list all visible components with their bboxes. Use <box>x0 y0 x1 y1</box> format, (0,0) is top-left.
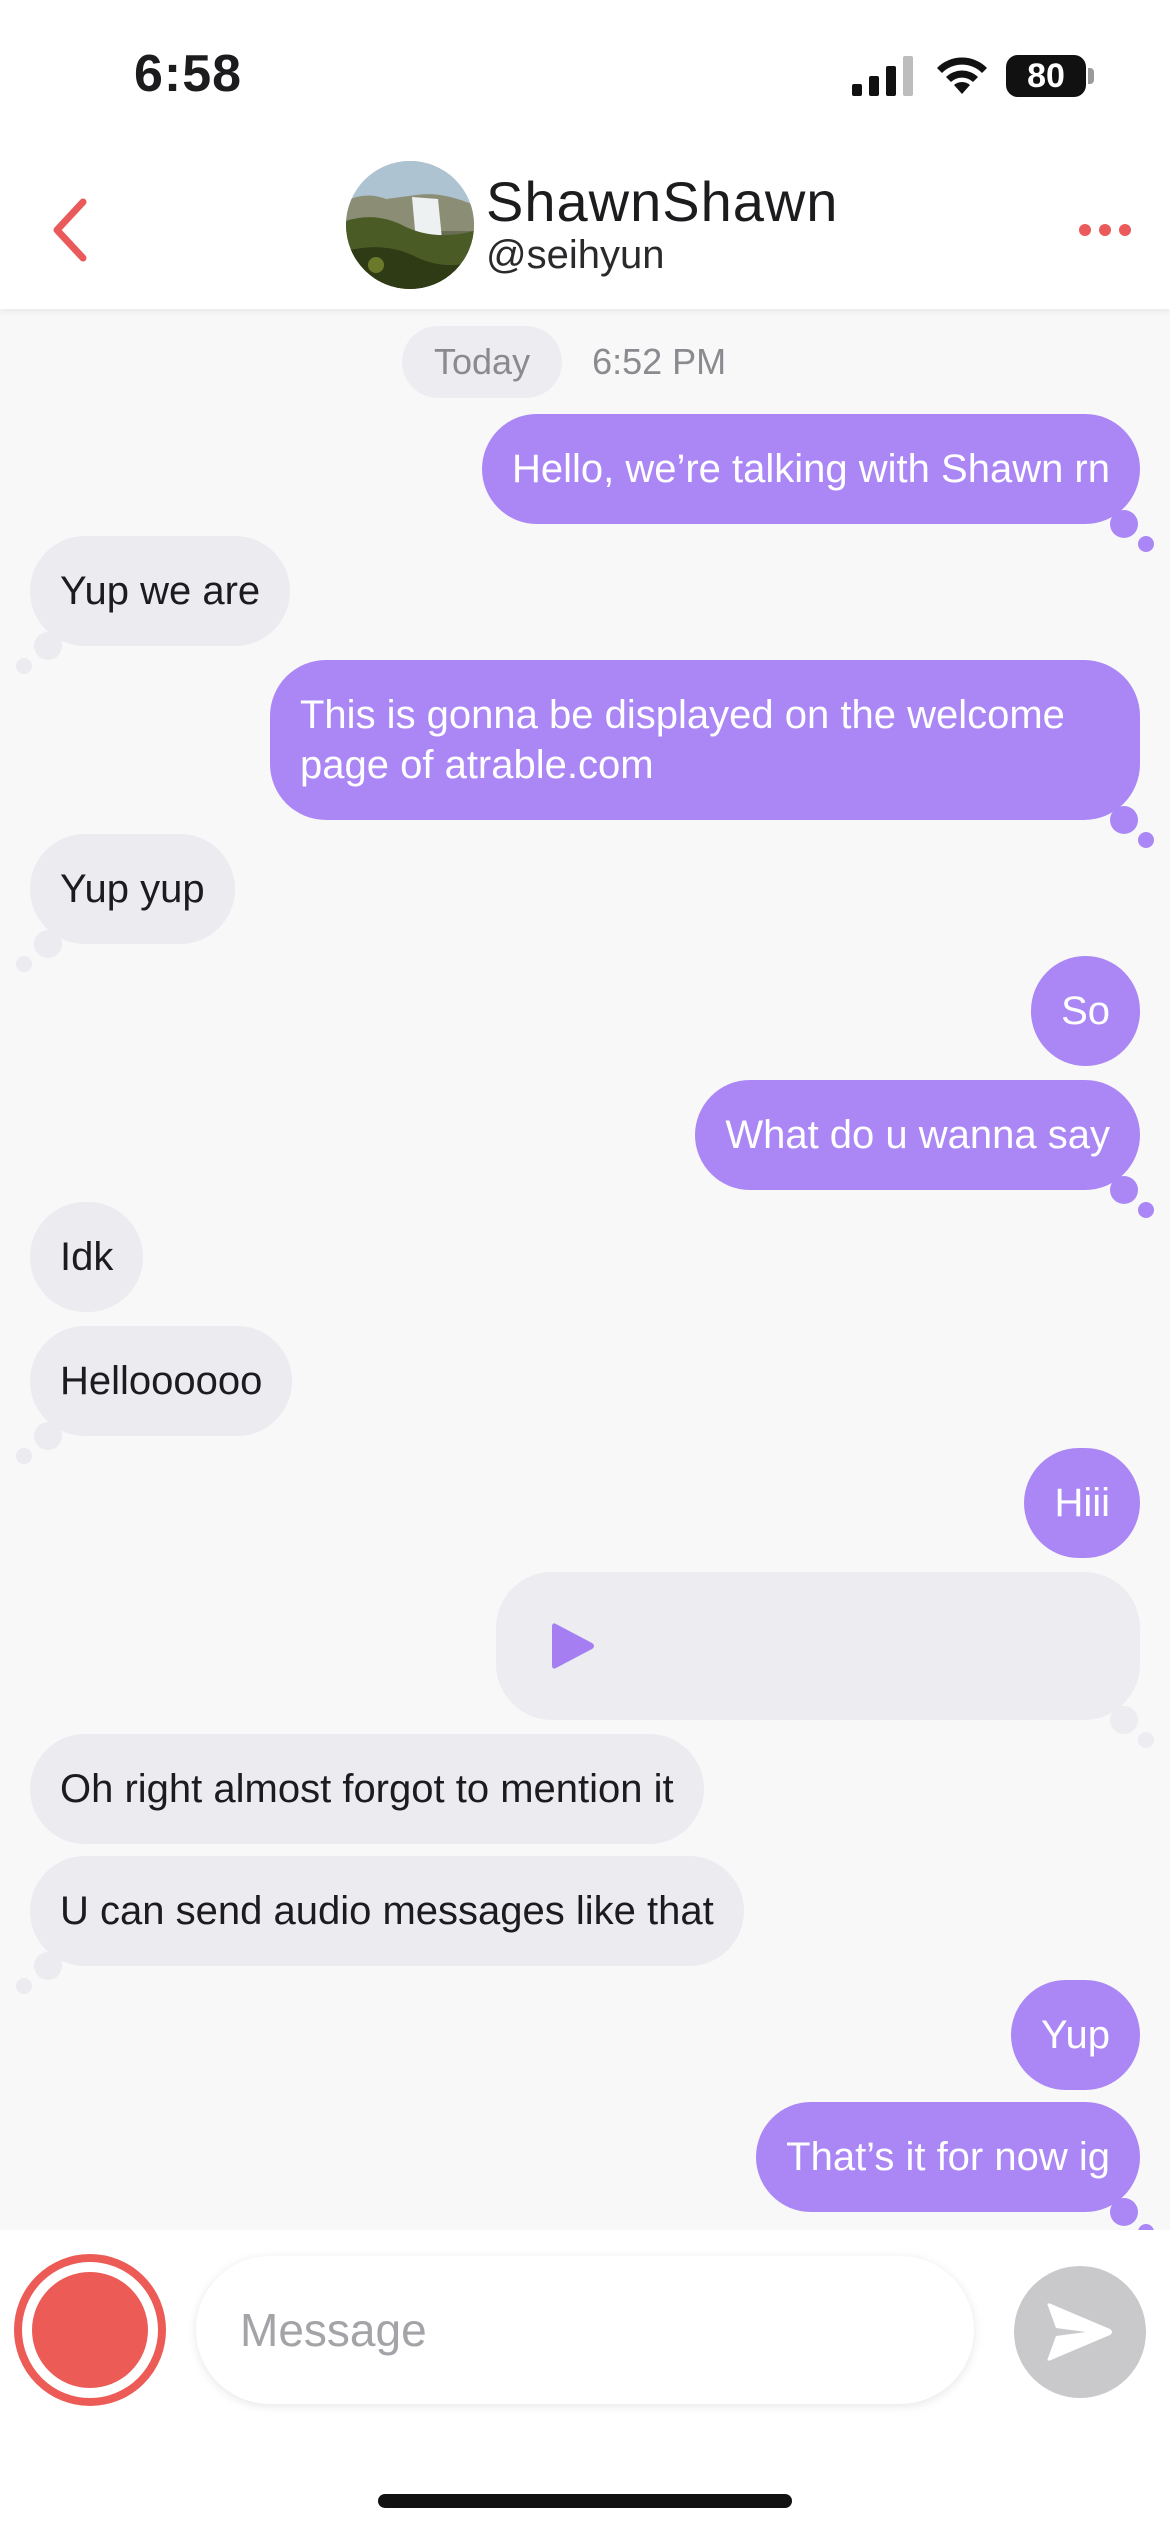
wifi-icon <box>937 57 987 94</box>
bubble-tail <box>1138 1732 1154 1748</box>
more-dot-icon <box>1079 224 1091 236</box>
more-options-button[interactable] <box>1070 205 1140 255</box>
bubble-tail <box>1138 832 1154 848</box>
send-icon <box>1047 2303 1112 2361</box>
audio-message[interactable] <box>496 1572 1154 1748</box>
message-outgoing[interactable]: What do u wanna say <box>695 1080 1154 1218</box>
record-audio-button[interactable] <box>14 2254 166 2406</box>
message-text: U can send audio messages like that <box>60 1889 714 1933</box>
message-outgoing[interactable]: Hiii <box>1024 1448 1140 1558</box>
bubble-tail <box>1110 510 1138 538</box>
message-text: Helloooooo <box>60 1359 263 1403</box>
chevron-left-icon <box>53 198 87 262</box>
bubble-tail <box>16 956 32 972</box>
message-text: That’s it for now ig <box>786 2135 1110 2179</box>
message-text: This is gonna be displayed on the welcom… <box>300 693 1065 787</box>
message-input[interactable] <box>196 2256 974 2404</box>
bubble-tail <box>1110 2198 1138 2226</box>
message-text: Idk <box>60 1235 114 1279</box>
bubble-tail <box>16 1448 32 1464</box>
status-time: 6:58 <box>134 45 243 103</box>
battery-icon: 80 <box>1006 55 1086 97</box>
record-icon <box>32 2272 148 2388</box>
bubble-tail <box>1110 806 1138 834</box>
bubble-tail <box>34 1952 62 1980</box>
message-incoming[interactable]: U can send audio messages like that <box>16 1856 744 1994</box>
message-outgoing[interactable]: This is gonna be displayed on the welcom… <box>270 660 1154 848</box>
status-bar: 6:58 80 <box>0 0 1170 155</box>
message-outgoing[interactable]: So <box>1031 956 1140 1066</box>
bubble-tail <box>1110 1176 1138 1204</box>
contact-handle: @seihyun <box>486 233 665 277</box>
home-indicator <box>378 2494 792 2508</box>
message-outgoing[interactable]: That’s it for now ig <box>756 2102 1154 2240</box>
contact-display-name: ShawnShawn <box>486 170 839 233</box>
message-composer <box>0 2230 1170 2532</box>
bubble-tail <box>1138 536 1154 552</box>
message-incoming[interactable]: Idk <box>30 1202 144 1312</box>
bubble-tail <box>34 1422 62 1450</box>
message-text: Hello, we’re talking with Shawn rn <box>511 447 1110 491</box>
battery-cap <box>1088 68 1094 84</box>
more-dot-icon <box>1119 224 1131 236</box>
message-text: Yup <box>1041 2013 1110 2057</box>
message-text: Yup we are <box>60 569 261 613</box>
message-text: What do u wanna say <box>725 1113 1110 1157</box>
message-text: Hiii <box>1054 1481 1110 1525</box>
message-incoming[interactable]: Yup we are <box>16 536 291 674</box>
date-label: Today <box>402 326 563 398</box>
chat-header: ShawnShawn @seihyun <box>0 155 1170 309</box>
avatar-landscape-image <box>346 161 474 289</box>
message-outgoing[interactable]: Hello, we’re talking with Shawn rn <box>481 414 1154 552</box>
message-incoming[interactable]: Oh right almost forgot to mention it <box>30 1734 704 1844</box>
message-text: Yup yup <box>60 867 205 911</box>
message-incoming[interactable]: Yup yup <box>16 834 235 972</box>
avatar[interactable] <box>346 161 474 289</box>
date-time: 6:52 PM <box>592 341 727 382</box>
back-button[interactable] <box>34 185 104 275</box>
bubble-tail <box>16 658 32 674</box>
message-incoming[interactable]: Helloooooo <box>16 1326 293 1464</box>
play-icon[interactable] <box>550 1620 596 1672</box>
message-outgoing[interactable]: Yup <box>1011 1980 1140 2090</box>
bubble-tail <box>34 930 62 958</box>
message-text: So <box>1061 989 1110 1033</box>
send-button[interactable] <box>1014 2266 1146 2398</box>
bubble-tail <box>34 632 62 660</box>
bubble-tail <box>1110 1706 1138 1734</box>
bubble-tail <box>1138 1202 1154 1218</box>
date-separator: Today 6:52 PM <box>402 326 726 398</box>
bubble-tail <box>16 1978 32 1994</box>
more-dot-icon <box>1099 224 1111 236</box>
cellular-signal-icon <box>852 56 913 96</box>
message-text: Oh right almost forgot to mention it <box>60 1767 674 1811</box>
